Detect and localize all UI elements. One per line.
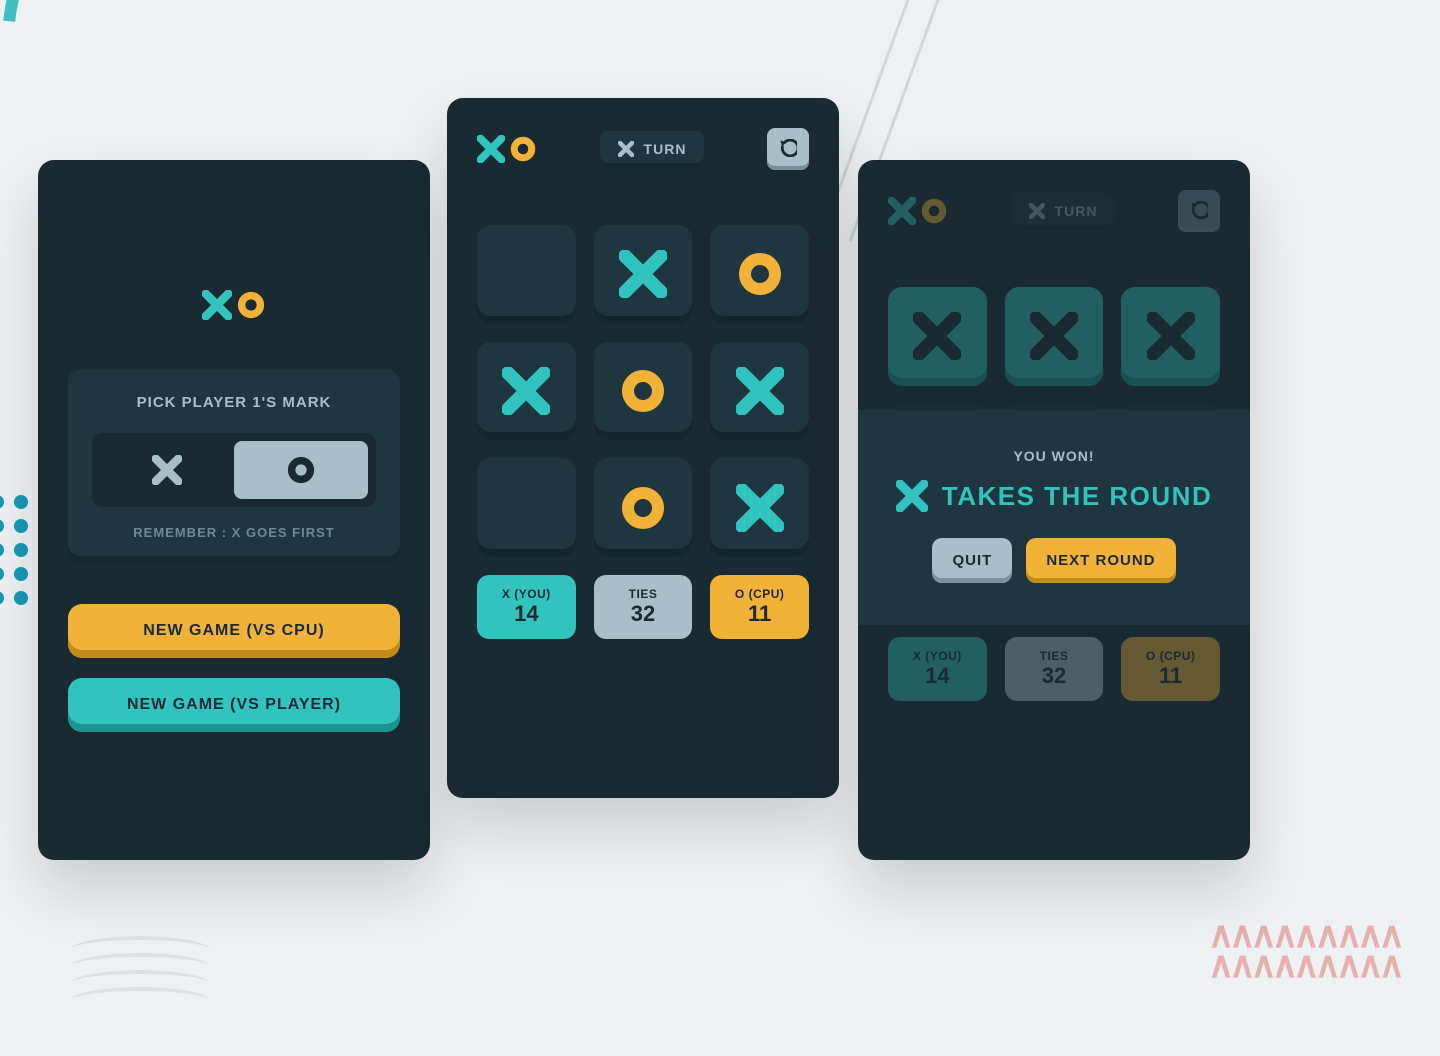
o-icon bbox=[619, 367, 667, 415]
bg-wave-decoration bbox=[70, 936, 210, 996]
bg-zigzag-decoration: ∧∧∧∧∧∧∧∧∧ bbox=[1208, 944, 1400, 986]
score-x: X (YOU) 14 bbox=[888, 637, 987, 701]
score-o-value: 11 bbox=[1121, 663, 1220, 689]
board-cell[interactable] bbox=[594, 342, 693, 441]
x-icon bbox=[736, 367, 784, 415]
result-screen: TURN X (YOU) 14 TIES 32 O (CPU) 11 Y bbox=[858, 160, 1250, 860]
turn-label: TURN bbox=[644, 141, 687, 157]
x-icon bbox=[888, 197, 916, 225]
reset-button[interactable] bbox=[767, 128, 809, 170]
mark-picker-panel: PICK PLAYER 1'S MARK REMEMBER : X GOES F… bbox=[68, 370, 400, 564]
score-x: X (YOU) 14 bbox=[477, 575, 576, 639]
xo-logo bbox=[68, 290, 400, 320]
score-x-value: 14 bbox=[477, 601, 576, 627]
score-o: O (CPU) 11 bbox=[710, 575, 809, 639]
board-cell bbox=[888, 287, 987, 386]
pick-o-option[interactable] bbox=[234, 441, 368, 499]
o-icon bbox=[619, 484, 667, 532]
next-round-button[interactable]: NEXT ROUND bbox=[1026, 538, 1175, 583]
turn-indicator: TURN bbox=[600, 131, 705, 167]
score-tie-value: 32 bbox=[594, 601, 693, 627]
x-icon bbox=[1147, 312, 1195, 360]
x-icon bbox=[1030, 312, 1078, 360]
turn-indicator: TURN bbox=[1011, 193, 1116, 229]
restart-icon bbox=[1190, 201, 1208, 222]
reset-button[interactable] bbox=[1178, 190, 1220, 232]
board-cell[interactable] bbox=[710, 225, 809, 324]
board-cell[interactable] bbox=[710, 342, 809, 441]
game-screen: TURN X (YOU) 14 TIES 32 O (CPU) 11 bbox=[447, 98, 839, 798]
x-icon bbox=[619, 250, 667, 298]
new-game-cpu-button[interactable]: NEW GAME (VS CPU) bbox=[68, 604, 400, 658]
pick-title: PICK PLAYER 1'S MARK bbox=[92, 394, 376, 411]
score-o-label: O (CPU) bbox=[1121, 649, 1220, 663]
xo-logo bbox=[477, 135, 537, 163]
score-tie-value: 32 bbox=[1005, 663, 1104, 689]
board-cell[interactable] bbox=[477, 342, 576, 441]
x-icon bbox=[502, 367, 550, 415]
score-ties: TIES 32 bbox=[594, 575, 693, 639]
x-icon bbox=[618, 141, 634, 157]
score-row: X (YOU) 14 TIES 32 O (CPU) 11 bbox=[888, 637, 1220, 701]
quit-button[interactable]: QUIT bbox=[932, 538, 1012, 583]
x-icon bbox=[477, 135, 505, 163]
o-icon bbox=[920, 197, 948, 225]
o-icon bbox=[736, 250, 784, 298]
o-icon bbox=[286, 455, 316, 485]
score-x-label: X (YOU) bbox=[888, 649, 987, 663]
bg-arc-decoration bbox=[0, 0, 307, 182]
result-modal: YOU WON! TAKES THE ROUND QUIT NEXT ROUND bbox=[858, 410, 1250, 625]
x-icon bbox=[913, 312, 961, 360]
turn-label: TURN bbox=[1055, 203, 1098, 219]
score-ties: TIES 32 bbox=[1005, 637, 1104, 701]
x-icon bbox=[896, 480, 928, 512]
board-cell[interactable] bbox=[477, 225, 576, 324]
game-header: TURN bbox=[477, 128, 809, 170]
x-icon bbox=[152, 455, 182, 485]
modal-subtitle: YOU WON! bbox=[858, 448, 1250, 464]
score-tie-label: TIES bbox=[594, 587, 693, 601]
score-o: O (CPU) 11 bbox=[1121, 637, 1220, 701]
o-icon bbox=[509, 135, 537, 163]
mark-toggle bbox=[92, 433, 376, 507]
board-cell[interactable] bbox=[594, 458, 693, 557]
modal-title-text: TAKES THE ROUND bbox=[942, 481, 1212, 512]
score-x-value: 14 bbox=[888, 663, 987, 689]
score-o-value: 11 bbox=[710, 601, 809, 627]
board-cell[interactable] bbox=[710, 458, 809, 557]
board-cell bbox=[1005, 287, 1104, 386]
game-header: TURN bbox=[888, 190, 1220, 232]
board-cell[interactable] bbox=[477, 458, 576, 557]
game-board bbox=[477, 225, 809, 557]
board-cell bbox=[1121, 287, 1220, 386]
restart-icon bbox=[779, 139, 797, 160]
start-screen: PICK PLAYER 1'S MARK REMEMBER : X GOES F… bbox=[38, 160, 430, 860]
modal-title: TAKES THE ROUND bbox=[858, 480, 1250, 512]
score-x-label: X (YOU) bbox=[477, 587, 576, 601]
xo-logo bbox=[888, 197, 948, 225]
modal-buttons: QUIT NEXT ROUND bbox=[858, 538, 1250, 583]
pick-x-option[interactable] bbox=[100, 441, 234, 499]
new-game-player-button[interactable]: NEW GAME (VS PLAYER) bbox=[68, 678, 400, 732]
pick-reminder: REMEMBER : X GOES FIRST bbox=[92, 525, 376, 540]
board-cell[interactable] bbox=[594, 225, 693, 324]
score-tie-label: TIES bbox=[1005, 649, 1104, 663]
score-row: X (YOU) 14 TIES 32 O (CPU) 11 bbox=[477, 575, 809, 639]
x-icon bbox=[202, 290, 232, 320]
x-icon bbox=[1029, 203, 1045, 219]
x-icon bbox=[736, 484, 784, 532]
o-icon bbox=[236, 290, 266, 320]
score-o-label: O (CPU) bbox=[710, 587, 809, 601]
